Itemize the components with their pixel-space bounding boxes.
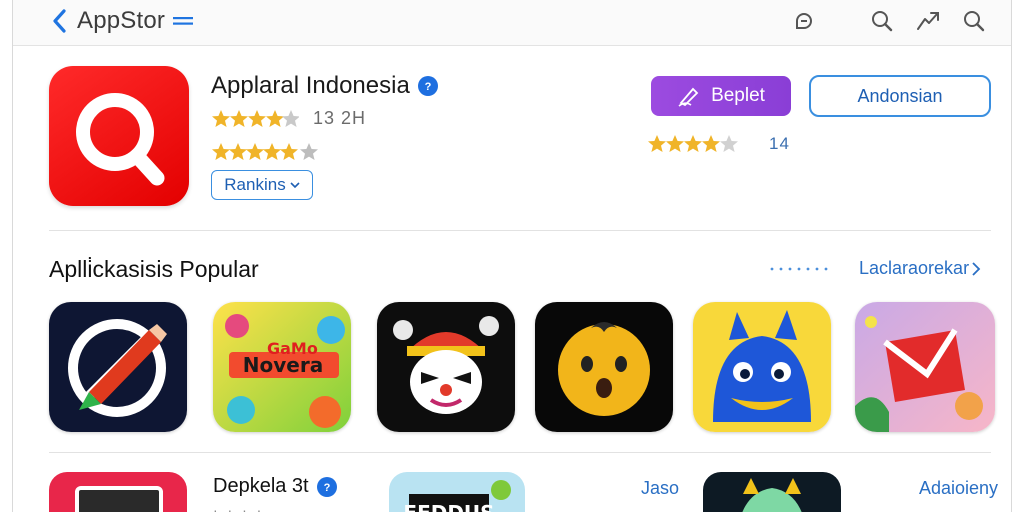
rating-row: 13 2H xyxy=(211,108,366,129)
rating-count: 13 2H xyxy=(313,108,367,128)
dots-icon xyxy=(770,267,828,271)
chevron-down-icon xyxy=(290,182,300,189)
side-rating-count: 14 xyxy=(769,134,790,153)
profile-icon[interactable] xyxy=(781,6,827,36)
top-bar: AppStor xyxy=(13,0,1011,46)
secondary-action-label: Andonsian xyxy=(857,85,943,106)
app-icon xyxy=(49,66,189,206)
list-item-link[interactable]: Adaioieny xyxy=(919,478,998,499)
primary-action-button[interactable]: Beplet xyxy=(651,76,791,116)
list-item-subtitle: · · · · xyxy=(213,502,265,512)
pencil-app-icon[interactable] xyxy=(49,302,187,432)
see-all-link[interactable]: Laclaraorekar xyxy=(859,258,981,279)
see-all-label: Laclaraorekar xyxy=(859,258,970,278)
pen-icon xyxy=(678,87,699,107)
divider xyxy=(49,230,991,231)
menu-icon xyxy=(173,17,194,25)
share-icon[interactable] xyxy=(905,6,951,36)
verified-icon: ? xyxy=(316,476,337,497)
popular-apps-row: Novera GaMo xyxy=(49,302,995,432)
emoji-face-icon[interactable] xyxy=(535,302,673,432)
search-icon[interactable] xyxy=(859,6,905,36)
list-item-title-row: Depkela 3t ? xyxy=(213,475,337,498)
svg-text:?: ? xyxy=(424,81,431,92)
list-item-title: Depkela 3t xyxy=(213,475,309,497)
top-icons xyxy=(781,6,997,36)
divider xyxy=(49,452,991,453)
secondary-action-button[interactable]: Andonsian xyxy=(809,75,991,117)
blue-monster-icon[interactable] xyxy=(693,302,831,432)
app-name: Applaral Indonesia xyxy=(211,72,410,99)
chevron-right-icon xyxy=(972,261,981,276)
search-icon[interactable] xyxy=(951,6,997,36)
star-rating xyxy=(211,109,299,129)
side-rating: 14 xyxy=(647,134,790,154)
back-label: AppStor xyxy=(77,7,166,34)
mail-app-icon[interactable] xyxy=(855,302,995,432)
star-rating xyxy=(648,135,738,152)
monster-app-icon[interactable] xyxy=(703,472,841,512)
clown-game-icon[interactable] xyxy=(377,302,515,432)
rankings-label: Rankins xyxy=(224,175,286,194)
apps-list-row: Depkela 3t ? · · · · FEDDUS Jaso Adaioie… xyxy=(49,472,998,512)
svg-text:GaMo: GaMo xyxy=(267,339,318,358)
app-store-window: AppStor Applaral Indonesia ? 13 2H Ranki… xyxy=(12,0,1012,512)
verified-icon: ? xyxy=(417,76,438,96)
star-rating xyxy=(212,143,318,160)
tv-app-icon[interactable] xyxy=(49,472,187,512)
back-button[interactable]: AppStor xyxy=(49,6,199,36)
rating-row xyxy=(211,142,323,162)
section-title: Aplli̇ckasisis Popular xyxy=(49,256,259,282)
app-title-row: Applaral Indonesia ? xyxy=(211,72,438,100)
feddus-app-icon[interactable]: FEDDUS xyxy=(389,472,525,512)
primary-action-label: Beplet xyxy=(711,85,765,106)
feddus-tile-text: FEDDUS xyxy=(403,501,494,512)
chevron-left-icon xyxy=(53,9,66,33)
rankings-dropdown[interactable]: Rankins xyxy=(211,170,313,200)
list-item-link[interactable]: Jaso xyxy=(641,478,679,499)
colorful-game-icon[interactable]: Novera GaMo xyxy=(213,302,351,432)
svg-text:?: ? xyxy=(323,482,330,493)
